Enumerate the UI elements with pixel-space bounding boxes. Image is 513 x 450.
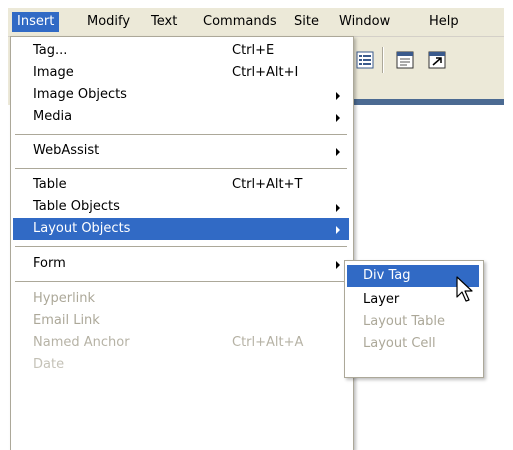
menu-item-label: Image Objects [33, 87, 127, 102]
menu-item-shortcut: Ctrl+Alt+I [232, 65, 299, 80]
mouse-pointer-icon [456, 276, 476, 306]
menu-separator [15, 281, 347, 282]
menu-item-label: Tag... [33, 43, 68, 58]
submenu-item-layout-cell: Layout Cell [347, 333, 479, 355]
menu-item-table-objects[interactable]: Table Objects [13, 196, 349, 218]
menu-separator [15, 134, 347, 135]
submenu-arrow-icon [336, 204, 340, 212]
menu-item-label: Table Objects [33, 199, 120, 214]
menu-item-label: Form [33, 256, 66, 271]
menu-separator [15, 246, 347, 247]
menu-item-webassist[interactable]: WebAssist [13, 140, 349, 162]
menu-item-image-objects[interactable]: Image Objects [13, 84, 349, 106]
menu-item-tag[interactable]: Tag... Ctrl+E [13, 40, 349, 62]
panel-strip [348, 99, 504, 105]
menu-item-label: Named Anchor [33, 335, 130, 350]
document-icon[interactable] [394, 49, 416, 71]
menu-item-label: Date [33, 357, 65, 372]
menu-help[interactable]: Help [424, 12, 464, 32]
menu-item-email-link: Email Link [13, 310, 349, 332]
menu-site[interactable]: Site [289, 12, 324, 32]
menu-text[interactable]: Text [146, 12, 182, 32]
menu-item-label: Table [33, 177, 67, 192]
external-link-icon[interactable] [426, 49, 448, 71]
menu-item-hyperlink: Hyperlink [13, 288, 349, 310]
menu-item-media[interactable]: Media [13, 106, 349, 128]
menu-insert[interactable]: Insert [12, 12, 60, 32]
menu-item-shortcut: Ctrl+E [232, 43, 275, 58]
menu-commands[interactable]: Commands [198, 12, 282, 32]
submenu-arrow-icon [336, 261, 340, 269]
submenu-item-label: Div Tag [363, 268, 411, 283]
menu-item-date: Date [13, 354, 349, 376]
submenu-item-label: Layout Table [363, 314, 445, 329]
menu-item-table[interactable]: Table Ctrl+Alt+T [13, 174, 349, 196]
menu-separator [15, 168, 347, 169]
menu-window[interactable]: Window [334, 12, 395, 32]
submenu-arrow-icon [336, 92, 340, 100]
menu-item-form[interactable]: Form [13, 253, 349, 275]
menu-item-label: Hyperlink [33, 291, 96, 306]
submenu-arrow-icon [336, 148, 340, 156]
menu-bar: Insert Modify Text Commands Site Window … [8, 8, 504, 37]
toolbar-separator [382, 47, 384, 73]
submenu-item-label: Layout Cell [363, 336, 436, 351]
menu-item-label: Email Link [33, 313, 100, 328]
insert-menu-dropdown: Tag... Ctrl+E Image Ctrl+Alt+I Image Obj… [10, 36, 354, 450]
menu-item-label: Media [33, 109, 73, 124]
submenu-arrow-icon [336, 226, 340, 234]
menu-item-layout-objects[interactable]: Layout Objects [13, 218, 349, 240]
menu-item-label: WebAssist [33, 143, 100, 158]
menu-item-image[interactable]: Image Ctrl+Alt+I [13, 62, 349, 84]
submenu-item-layout-table: Layout Table [347, 311, 479, 333]
menu-item-shortcut: Ctrl+Alt+T [232, 177, 303, 192]
list-view-icon[interactable] [354, 49, 376, 71]
menu-modify[interactable]: Modify [82, 12, 135, 32]
submenu-item-label: Layer [363, 292, 400, 307]
menu-item-shortcut: Ctrl+Alt+A [232, 335, 304, 350]
menu-item-named-anchor: Named Anchor Ctrl+Alt+A [13, 332, 349, 354]
submenu-arrow-icon [336, 114, 340, 122]
menu-item-label: Image [33, 65, 74, 80]
menu-item-label: Layout Objects [33, 221, 131, 236]
